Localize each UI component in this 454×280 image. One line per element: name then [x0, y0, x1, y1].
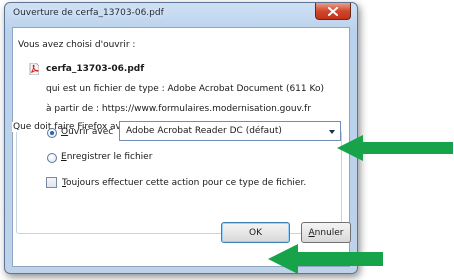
- window-title: Ouverture de cerfa_13703-06.pdf: [13, 8, 164, 18]
- open-with-label[interactable]: Ouvrir avec: [61, 127, 113, 137]
- annotation-arrow-left-icon: [337, 135, 453, 161]
- download-dialog: Ouverture de cerfa_13703-06.pdf Vous ave…: [4, 2, 358, 274]
- always-do-this-checkbox[interactable]: [46, 177, 57, 188]
- chevron-down-icon: [329, 130, 335, 134]
- open-with-radio[interactable]: [47, 128, 57, 138]
- close-button[interactable]: [315, 3, 351, 20]
- ok-button[interactable]: OK: [221, 222, 290, 243]
- radio-selected-dot: [50, 131, 54, 135]
- action-area: Que doit faire Firefox avec ce fichier ?: [12, 27, 350, 267]
- save-file-radio[interactable]: [47, 153, 57, 163]
- always-do-this-label[interactable]: Toujours effectuer cette action pour ce …: [62, 178, 306, 188]
- save-file-label[interactable]: Enregistrer le fichier: [61, 152, 152, 162]
- open-with-app-select[interactable]: Adobe Acrobat Reader DC (défaut): [119, 121, 341, 141]
- title-bar[interactable]: Ouverture de cerfa_13703-06.pdf: [5, 3, 357, 25]
- close-icon: [328, 6, 338, 16]
- annotation-arrow-left-icon: [268, 244, 383, 274]
- selected-app: Adobe Acrobat Reader DC (défaut): [126, 126, 282, 136]
- cancel-button[interactable]: Annuler: [301, 222, 351, 243]
